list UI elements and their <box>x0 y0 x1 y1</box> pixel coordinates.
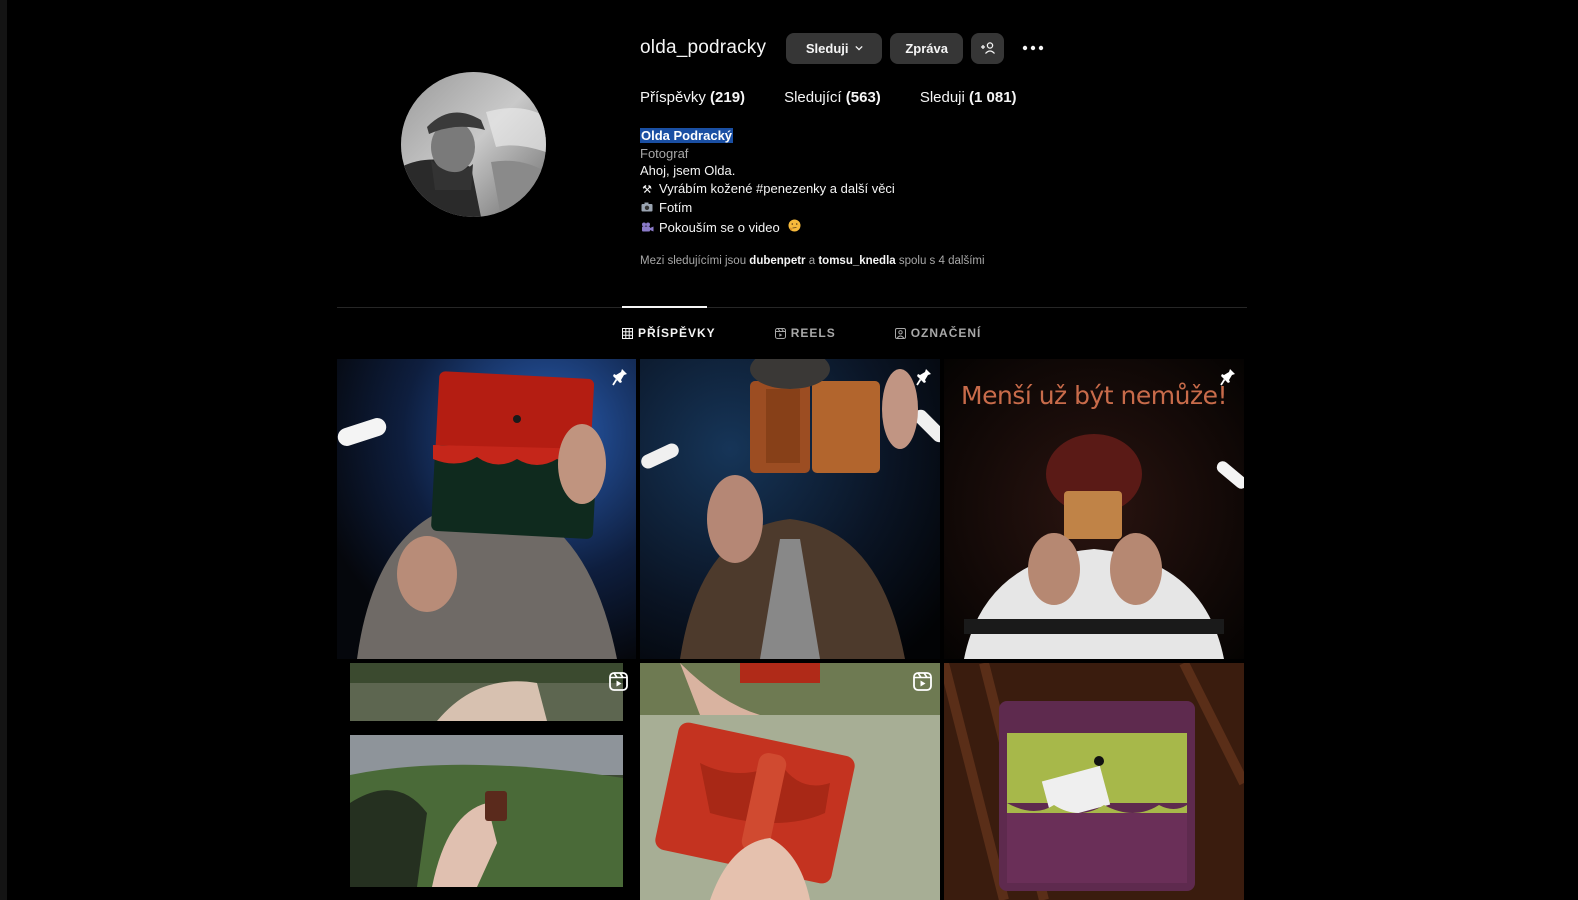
following-label: Sleduji <box>919 89 965 106</box>
followed-by-conj: a <box>808 255 816 267</box>
followed-by-user-1: dubenpetr <box>749 255 806 267</box>
following-number: (1 081) <box>969 89 1017 106</box>
bio-line-wallets-text: Vyrábím kožené #penezenky a další věci <box>659 180 895 196</box>
reel-icon <box>609 672 628 691</box>
bio-line-video-text: Pokouším se o video <box>659 219 780 235</box>
profile-stats: Příspěvky (219) Sledující (563) Sleduji … <box>640 89 1056 106</box>
bio-line-video: Pokouším se o video <box>640 219 985 239</box>
active-tab-indicator <box>622 306 707 308</box>
add-person-icon <box>980 42 995 54</box>
followers-label: Sledující <box>784 89 842 106</box>
post-tile[interactable] <box>337 359 636 659</box>
more-icon <box>1022 45 1044 51</box>
username: olda_podracky <box>640 37 767 58</box>
bio-line-wallets: ⚒ Vyrábím kožené #penezenky a další věci <box>640 180 985 200</box>
followers-number: (563) <box>845 89 881 106</box>
profile-bio: Olda Podracký Fotograf Ahoj, jsem Olda. … <box>640 127 985 271</box>
tab-tagged[interactable]: OZNAČENÍ <box>894 326 982 340</box>
followed-by[interactable]: Mezi sledujícími jsou dubenpetr a tomsu_… <box>640 253 985 271</box>
following-button[interactable]: Sleduji <box>786 32 883 64</box>
following-link[interactable]: Sleduji (1 081) <box>920 89 1017 106</box>
profile-page: olda_podracky Sleduji Zpráva Příspěvky (… <box>0 0 1578 900</box>
bio-line-photo-text: Fotím <box>659 200 693 215</box>
pinned-icon <box>916 369 931 386</box>
bio-line-photo: Fotím <box>640 199 985 219</box>
post-image <box>640 359 940 659</box>
more-options-button[interactable] <box>1020 33 1046 64</box>
tab-reels-label: REELS <box>790 326 836 340</box>
pinned-icon <box>1220 369 1235 386</box>
followed-by-suffix: spolu s 4 dalšími <box>898 255 985 267</box>
tagged-icon <box>894 327 906 339</box>
post-overlay-text: Menší už být nemůže! <box>961 381 1228 410</box>
pinned-icon <box>612 369 627 386</box>
grid-icon <box>622 327 633 339</box>
post-image <box>337 359 636 659</box>
tab-reels[interactable]: REELS <box>774 326 836 340</box>
reels-icon <box>774 327 786 339</box>
thinking-face-icon <box>787 219 801 239</box>
tabs-divider <box>337 307 1247 308</box>
following-button-label: Sleduji <box>805 40 849 56</box>
post-image <box>944 663 1244 900</box>
profile-category: Fotograf <box>640 145 689 161</box>
followed-by-user-2: tomsu_knedla <box>818 255 896 267</box>
posts-number: (219) <box>710 89 746 106</box>
message-button-label: Zpráva <box>905 40 948 56</box>
display-name: Olda Podracký <box>640 128 734 143</box>
chevron-down-icon <box>854 45 863 51</box>
post-image <box>640 663 940 900</box>
post-image <box>350 663 623 887</box>
post-tile[interactable] <box>944 663 1244 900</box>
profile-tabs: PŘÍSPĚVKY REELS OZNAČENÍ <box>622 326 1040 340</box>
posts-label: Příspěvky <box>640 89 706 106</box>
tab-posts-label: PŘÍSPĚVKY <box>638 326 716 340</box>
post-tile[interactable] <box>640 359 940 659</box>
hammer-pick-icon: ⚒ <box>642 183 652 196</box>
username-row: olda_podracky Sleduji Zpráva <box>640 32 1046 64</box>
post-tile[interactable] <box>640 663 940 900</box>
reel-icon <box>913 672 932 691</box>
camera-icon <box>640 201 654 219</box>
window-edge <box>0 0 7 900</box>
video-camera-icon <box>640 221 654 239</box>
followed-by-prefix: Mezi sledujícími jsou <box>640 255 747 267</box>
profile-avatar[interactable] <box>401 72 546 217</box>
tab-posts[interactable]: PŘÍSPĚVKY <box>622 326 716 340</box>
posts-count: Příspěvky (219) <box>640 89 745 106</box>
suggested-users-button[interactable] <box>971 32 1005 64</box>
post-tile[interactable]: Menší už být nemůže! <box>944 359 1244 659</box>
avatar-image <box>401 72 546 217</box>
followers-link[interactable]: Sledující (563) <box>784 89 881 106</box>
message-button[interactable]: Zpráva <box>890 32 964 64</box>
bio-line-greeting: Ahoj, jsem Olda. <box>640 163 736 178</box>
tab-tagged-label: OZNAČENÍ <box>910 326 982 340</box>
post-tile[interactable] <box>337 663 636 900</box>
